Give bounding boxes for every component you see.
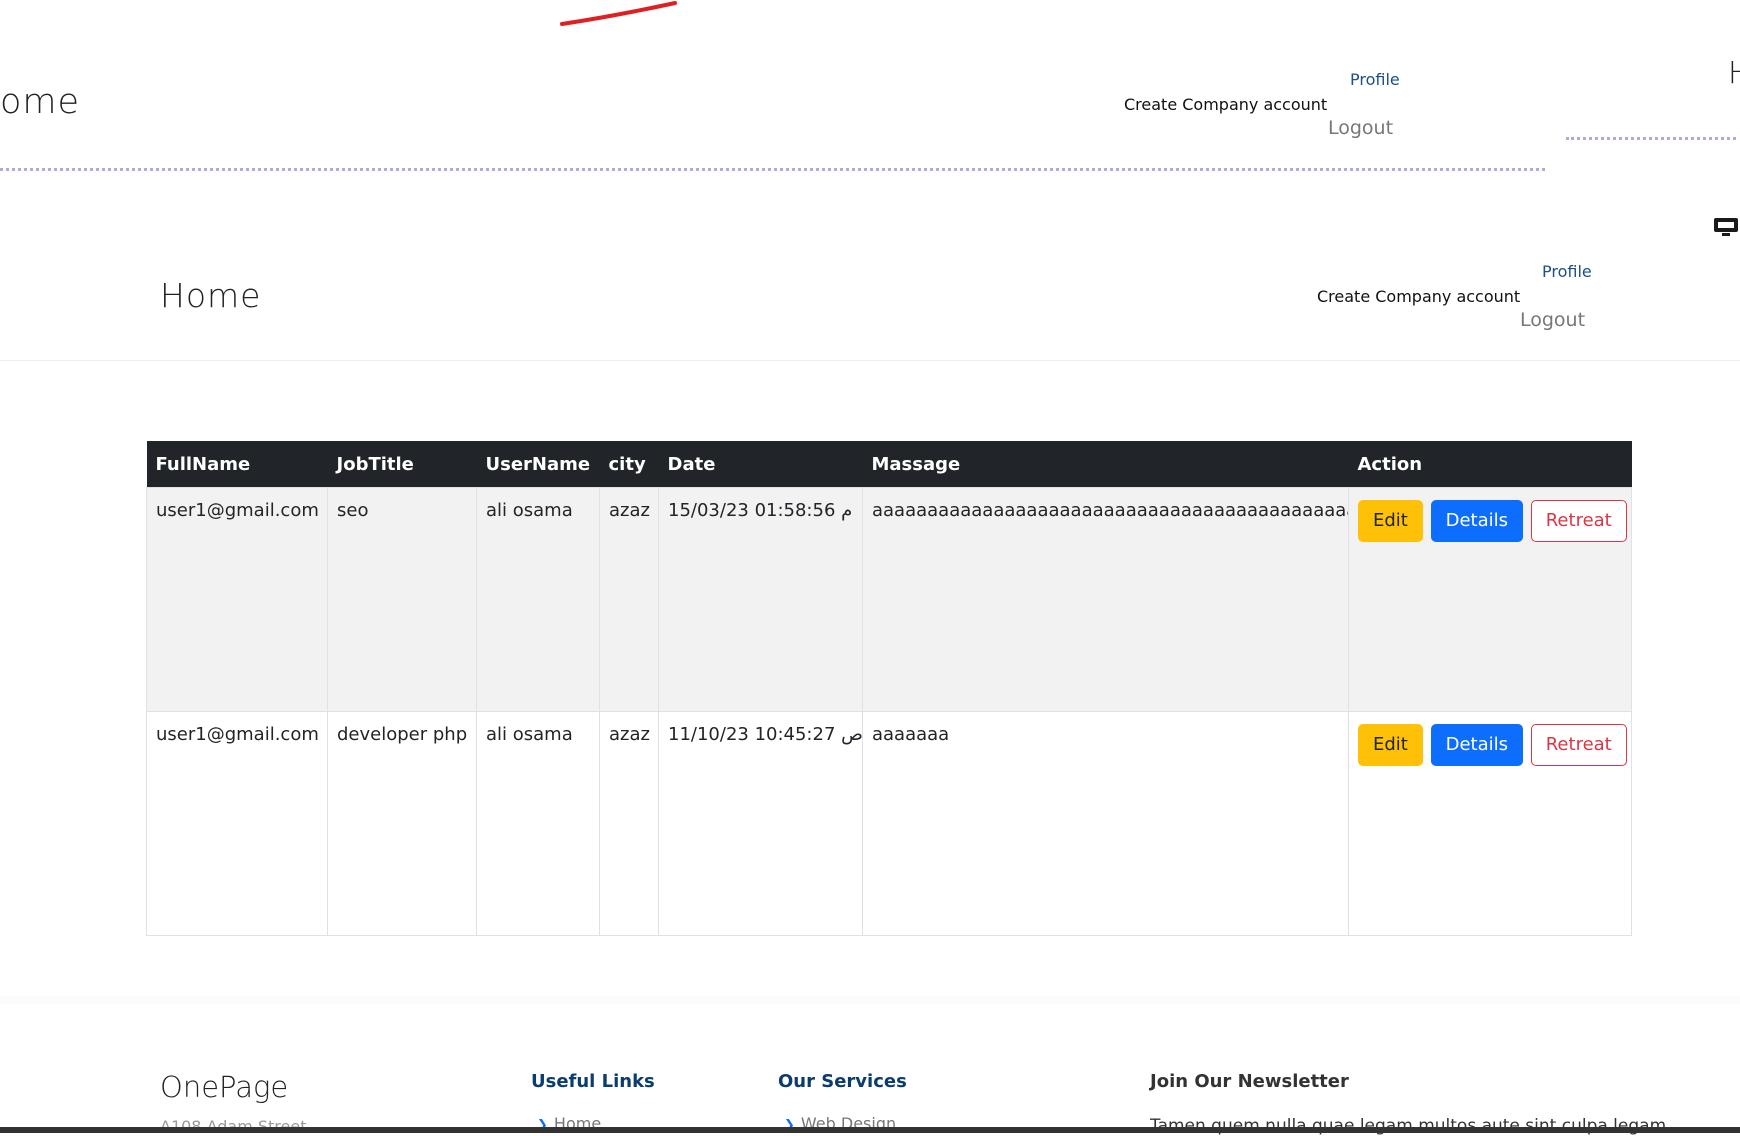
details-button[interactable]: Details xyxy=(1430,500,1523,542)
useful-links-heading: Useful Links xyxy=(531,1071,655,1092)
messages-table: FullName JobTitle UserName city Date Mas… xyxy=(146,441,1632,936)
retreat-button[interactable]: Retreat xyxy=(1530,500,1627,542)
bottom-bar xyxy=(0,1127,1740,1133)
column-header-username: UserName xyxy=(476,441,600,488)
screen-icon xyxy=(1714,218,1738,236)
cell-fullname: user1@gmail.com xyxy=(146,711,328,936)
cell-fullname: user1@gmail.com xyxy=(146,487,328,712)
create-company-link[interactable]: Create Company account xyxy=(1317,287,1520,306)
cell-actions: Edit Details Retreat xyxy=(1348,711,1632,936)
edit-button[interactable]: Edit xyxy=(1358,500,1423,542)
column-header-massage: Massage xyxy=(862,441,1349,488)
edit-button[interactable]: Edit xyxy=(1358,724,1423,766)
cell-actions: Edit Details Retreat xyxy=(1348,487,1632,712)
table-row: user1@gmail.com developer php ali osama … xyxy=(146,711,1632,936)
details-button[interactable]: Details xyxy=(1430,724,1523,766)
cell-message: aaaaaaaaaaaaaaaaaaaaaaaaaaaaaaaaaaaaaaaa… xyxy=(862,487,1349,712)
dotted-divider-right xyxy=(1566,137,1736,140)
cell-city: azaz xyxy=(599,487,659,712)
header-divider xyxy=(0,360,1740,361)
column-header-city: city xyxy=(599,441,659,488)
cell-jobtitle: developer php xyxy=(327,711,477,936)
red-annotation-stroke xyxy=(560,1,677,26)
column-header-action: Action xyxy=(1348,441,1632,488)
newsletter-text: Tamen quem nulla quae legam multos aute … xyxy=(1150,1116,1667,1136)
logout-link[interactable]: Logout xyxy=(1520,309,1585,331)
ghost-right-fragment: H xyxy=(1728,56,1740,91)
cell-jobtitle: seo xyxy=(327,487,477,712)
profile-link[interactable]: Profile xyxy=(1542,262,1592,281)
ghost-page-title: ome xyxy=(0,82,81,122)
retreat-button[interactable]: Retreat xyxy=(1530,724,1627,766)
table-row: user1@gmail.com seo ali osama azaz 15/03… xyxy=(146,487,1632,712)
footer-top-band xyxy=(0,996,1740,1004)
cell-message: aaaaaaa xyxy=(862,711,1349,936)
footer-logo[interactable]: OnePage xyxy=(160,1070,288,1104)
ghost-logout-link[interactable]: Logout xyxy=(1328,117,1393,139)
cell-username: ali osama xyxy=(476,711,600,936)
table-header-row: FullName JobTitle UserName city Date Mas… xyxy=(146,441,1632,488)
cell-date: 11/10/23 10:45:27 ص xyxy=(658,711,863,936)
column-header-jobtitle: JobTitle xyxy=(327,441,477,488)
cell-city: azaz xyxy=(599,711,659,936)
page-title: Home xyxy=(160,276,262,315)
dotted-divider xyxy=(0,168,1545,171)
column-header-fullname: FullName xyxy=(146,441,328,488)
cell-username: ali osama xyxy=(476,487,600,712)
ghost-create-company-link[interactable]: Create Company account xyxy=(1124,95,1327,114)
cell-date: 15/03/23 01:58:56 م xyxy=(658,487,863,712)
ghost-profile-link[interactable]: Profile xyxy=(1350,70,1400,89)
our-services-heading: Our Services xyxy=(778,1071,907,1092)
newsletter-heading: Join Our Newsletter xyxy=(1150,1071,1349,1092)
column-header-date: Date xyxy=(658,441,863,488)
